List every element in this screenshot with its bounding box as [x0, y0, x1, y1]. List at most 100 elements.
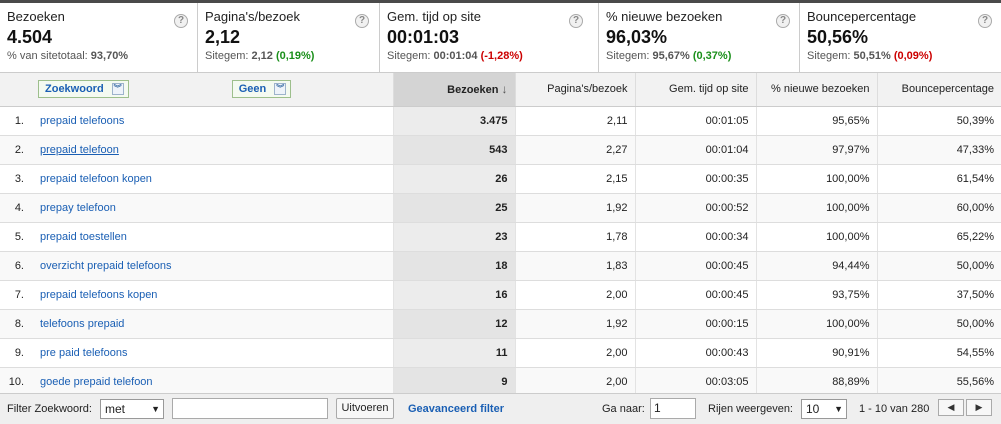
cell-visits: 23 [392, 222, 515, 252]
row-index: 3. [0, 164, 31, 194]
sub-prefix: % van sitetotaal: [7, 50, 91, 62]
cell-pages-per-visit: 1,92 [514, 193, 635, 223]
cell-avg-time: 00:00:45 [634, 280, 756, 310]
keyword-link[interactable]: overzicht prepaid telefoons [31, 251, 393, 281]
cell-new-visits: 100,00% [755, 222, 877, 252]
table-row: 1. prepaid telefoons 3.475 2,11 00:01:05… [0, 106, 1001, 136]
keyword-link[interactable]: pre paid telefoons [31, 338, 393, 368]
cell-visits: 25 [392, 193, 515, 223]
header-label: Bouncepercentage [901, 83, 994, 96]
scorecard-sub: Sitegem: 2,12 (0,19%) [205, 49, 379, 63]
sub-change: (0,37%) [692, 50, 732, 62]
cell-new-visits: 100,00% [755, 164, 877, 194]
row-index: 8. [0, 309, 31, 339]
cell-avg-time: 00:01:05 [634, 106, 756, 136]
table-row: 10. goede prepaid telefoon 9 2,00 00:03:… [0, 367, 1001, 397]
row-index: 6. [0, 251, 31, 281]
scorecard-label: % nieuwe bezoeken [606, 9, 723, 24]
table-row: 8. telefoons prepaid 12 1,92 00:00:15 10… [0, 309, 1001, 339]
header-new-visits[interactable]: % nieuwe bezoeken [755, 73, 877, 107]
sub-prefix: Sitegem: [205, 50, 252, 62]
scorecard-sub: Sitegem: 95,67% (0,37%) [606, 49, 799, 63]
scorecard-value: 2,12 [205, 27, 241, 47]
scorecard-value: 00:01:03 [387, 27, 460, 47]
scorecard-value: 96,03% [606, 27, 668, 47]
filter-input[interactable] [172, 398, 328, 419]
keyword-link[interactable]: prepaid telefoons kopen [31, 280, 393, 310]
goto-label: Ga naar: [602, 403, 645, 415]
secondary-dimension-dropdown[interactable]: Geen ︾ [231, 80, 292, 99]
filter-mode-value: met [105, 402, 126, 416]
keyword-link[interactable]: prepaid telefoon kopen [31, 164, 393, 194]
secondary-dropdown-label: Geen [238, 83, 267, 96]
keyword-link[interactable]: prepaid telefoons [31, 106, 393, 136]
keyword-link[interactable]: telefoons prepaid [31, 309, 393, 339]
cell-visits: 18 [392, 251, 515, 281]
table-row: 7. prepaid telefoons kopen 16 2,00 00:00… [0, 280, 1001, 310]
header-dimension: Zoekwoord ︾ Geen ︾ [31, 73, 393, 107]
row-index: 5. [0, 222, 31, 252]
table-footer: Filter Zoekwoord: met ▼ Uitvoeren Geavanc… [0, 393, 1001, 424]
cell-new-visits: 95,65% [755, 106, 877, 136]
header-bounce[interactable]: Bouncepercentage [876, 73, 1001, 107]
cell-new-visits: 97,97% [755, 135, 877, 165]
header-visits[interactable]: Bezoeken ↓ [392, 73, 515, 107]
row-index: 9. [0, 338, 31, 368]
cell-bounce: 37,50% [876, 280, 1001, 310]
header-pages-per-visit[interactable]: Pagina's/bezoek [514, 73, 635, 107]
cell-bounce: 54,55% [876, 338, 1001, 368]
filter-label: Filter Zoekwoord: [7, 403, 92, 415]
help-icon[interactable]: ? [978, 14, 992, 28]
rows-per-page-select[interactable]: 10 ▼ [801, 399, 847, 419]
pagination-range: 1 - 10 van 280 [859, 403, 930, 415]
scorecard-label: Pagina's/bezoek [205, 9, 300, 24]
keyword-link[interactable]: prepay telefoon [31, 193, 393, 223]
help-icon[interactable]: ? [174, 14, 188, 28]
scorecard-visits: Bezoeken 4.504 % van sitetotaal: 93,70% … [0, 3, 198, 73]
cell-pages-per-visit: 1,83 [514, 251, 635, 281]
next-page-button[interactable]: ▶ [966, 399, 992, 416]
help-icon[interactable]: ? [355, 14, 369, 28]
help-icon[interactable]: ? [776, 14, 790, 28]
keyword-link[interactable]: goede prepaid telefoon [31, 367, 393, 397]
sub-change: (-1,28%) [480, 50, 523, 62]
scorecard-label: Bouncepercentage [807, 9, 917, 24]
scorecard-new-visits: % nieuwe bezoeken 96,03% Sitegem: 95,67%… [599, 3, 800, 73]
table-row: 4. prepay telefoon 25 1,92 00:00:52 100,… [0, 193, 1001, 223]
scorecard-avg-time: Gem. tijd op site 00:01:03 Sitegem: 00:0… [380, 3, 599, 73]
scorecard-value: 50,56% [807, 27, 869, 47]
scorecard-value: 4.504 [7, 27, 53, 47]
cell-visits: 9 [392, 367, 515, 397]
cell-new-visits: 94,44% [755, 251, 877, 281]
cell-avg-time: 00:00:43 [634, 338, 756, 368]
row-index: 4. [0, 193, 31, 223]
filter-mode-select[interactable]: met ▼ [100, 399, 164, 419]
help-icon[interactable]: ? [569, 14, 583, 28]
cell-pages-per-visit: 2,27 [514, 135, 635, 165]
rows-per-page-value: 10 [806, 402, 820, 416]
sub-value: 95,67% [652, 50, 690, 62]
prev-page-button[interactable]: ◀ [938, 399, 964, 416]
cell-pages-per-visit: 1,78 [514, 222, 635, 252]
keyword-link[interactable]: prepaid toestellen [31, 222, 393, 252]
scorecard-pages-per-visit: Pagina's/bezoek 2,12 Sitegem: 2,12 (0,19… [198, 3, 380, 73]
header-avg-time[interactable]: Gem. tijd op site [634, 73, 756, 107]
cell-pages-per-visit: 2,00 [514, 338, 635, 368]
apply-filter-button[interactable]: Uitvoeren [336, 398, 394, 419]
dropdown-arrow-icon: ▼ [834, 404, 843, 414]
cell-bounce: 47,33% [876, 135, 1001, 165]
cell-avg-time: 00:00:15 [634, 309, 756, 339]
sub-value: 93,70% [90, 50, 129, 62]
goto-page-input[interactable]: 1 [650, 398, 696, 419]
cell-new-visits: 100,00% [755, 193, 877, 223]
chevron-down-icon: ︾ [111, 83, 124, 96]
header-index [0, 73, 31, 107]
cell-new-visits: 93,75% [755, 280, 877, 310]
keyword-link[interactable]: prepaid telefoon [31, 135, 393, 165]
row-index: 7. [0, 280, 31, 310]
sub-change: (0,19%) [275, 50, 315, 62]
cell-bounce: 50,00% [876, 251, 1001, 281]
chevron-down-icon: ︾ [274, 83, 287, 96]
dimension-dropdown[interactable]: Zoekwoord ︾ [38, 80, 129, 99]
advanced-filter-link[interactable]: Geavanceerd filter [408, 398, 504, 420]
